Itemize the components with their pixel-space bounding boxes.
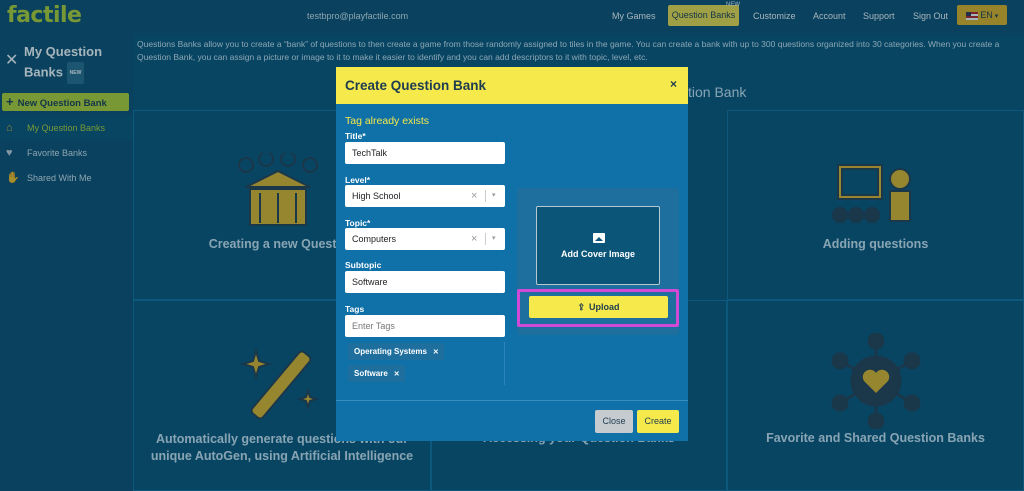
dialog-close-icon[interactable]: ×: [670, 77, 677, 91]
remove-tag-icon[interactable]: ✕: [394, 371, 400, 378]
level-value: High School: [352, 191, 401, 201]
upload-button[interactable]: ⇪ Upload: [529, 296, 668, 318]
tag-chip: Operating Systems ✕: [348, 343, 444, 360]
select-divider: [485, 190, 486, 202]
clear-icon[interactable]: ×: [471, 228, 477, 250]
tags-label: Tags: [345, 304, 365, 314]
level-label: Level*: [345, 175, 371, 185]
level-select[interactable]: High School × ▾: [345, 185, 505, 207]
tag-chip-label: Operating Systems: [354, 347, 427, 356]
title-input[interactable]: TechTalk: [345, 142, 505, 164]
upload-icon: ⇪: [577, 302, 586, 312]
dialog-title: Create Question Bank: [345, 78, 487, 93]
dialog-footer-divider: [336, 400, 688, 401]
subtopic-label: Subtopic: [345, 260, 382, 270]
title-label: Title*: [345, 131, 366, 141]
topic-select[interactable]: Computers × ▾: [345, 228, 505, 250]
chevron-down-icon[interactable]: ▾: [492, 228, 496, 250]
tag-chip: Software ✕: [348, 365, 405, 382]
upload-label: Upload: [589, 302, 620, 312]
tag-exists-warning: Tag already exists: [345, 115, 430, 127]
tags-input[interactable]: Enter Tags: [345, 315, 505, 337]
close-button[interactable]: Close: [595, 410, 633, 433]
create-button[interactable]: Create: [637, 410, 679, 433]
create-question-bank-dialog: Create Question Bank × Tag already exist…: [336, 67, 688, 441]
tag-chip-list: Operating Systems ✕ Software ✕: [345, 342, 505, 385]
clear-icon[interactable]: ×: [471, 185, 477, 207]
dialog-header: Create Question Bank ×: [336, 67, 688, 104]
image-icon: [593, 233, 605, 243]
chevron-down-icon[interactable]: ▾: [492, 185, 496, 207]
topic-value: Computers: [352, 234, 397, 244]
add-cover-image-label: Add Cover Image: [560, 249, 636, 259]
topic-label: Topic*: [345, 218, 371, 228]
subtopic-input[interactable]: Software: [345, 271, 505, 293]
add-cover-image-dropzone[interactable]: Add Cover Image: [536, 206, 660, 285]
select-divider: [485, 233, 486, 245]
tag-chip-label: Software: [354, 369, 388, 378]
remove-tag-icon[interactable]: ✕: [433, 349, 439, 356]
